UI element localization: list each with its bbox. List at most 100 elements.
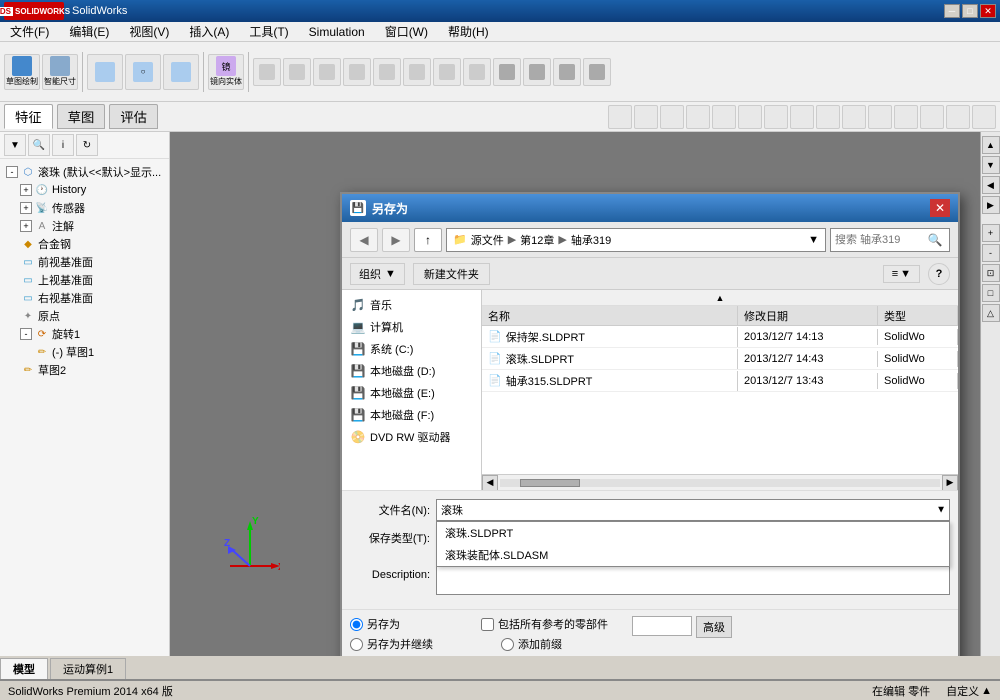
tree-expand-history[interactable]: + [20, 184, 32, 196]
right-btn6[interactable]: - [982, 244, 1000, 262]
filename-input[interactable] [436, 499, 950, 521]
view-btn11[interactable] [868, 105, 892, 129]
tab-model[interactable]: 模型 [0, 658, 48, 679]
menu-view[interactable]: 视图(V) [123, 22, 175, 41]
toolbar-extra6[interactable] [403, 58, 431, 86]
tree-expand-root[interactable]: - [6, 166, 18, 178]
menu-tools[interactable]: 工具(T) [243, 22, 294, 41]
menu-simulation[interactable]: Simulation [303, 24, 371, 40]
tree-top-plane[interactable]: ▭ 上视基准面 [4, 271, 165, 289]
sidebar-item-dvd[interactable]: 📀 DVD RW 驱动器 [342, 426, 481, 448]
tree-expand-sensor[interactable]: + [20, 202, 32, 214]
sidebar-item-music[interactable]: 🎵 音乐 [342, 294, 481, 316]
nav-forward-button[interactable]: ▶ [382, 228, 410, 252]
include-refs-checkbox[interactable] [481, 618, 494, 631]
toolbar-smart-btn[interactable]: 智能尺寸 [42, 54, 78, 90]
toolbar-extra4[interactable] [343, 58, 371, 86]
tree-sensor[interactable]: + 📡 传感器 [4, 199, 165, 217]
tree-sketch1[interactable]: ✏ (-) 草图1 [4, 343, 165, 361]
toolbar-extra11[interactable] [553, 58, 581, 86]
advanced-button[interactable]: 高级 [696, 616, 732, 638]
toolbar-extra10[interactable] [523, 58, 551, 86]
menu-window[interactable]: 窗口(W) [379, 22, 434, 41]
toolbar-sketch-btn[interactable]: 草图绘制 [4, 54, 40, 90]
tab-sketch[interactable]: 草图 [57, 104, 106, 129]
view-btn15[interactable] [972, 105, 996, 129]
horiz-scroll-left-btn[interactable]: ◀ [482, 475, 498, 491]
add-prefix-radio[interactable] [501, 638, 514, 651]
toolbar-extra12[interactable] [583, 58, 611, 86]
toolbar-line-btn[interactable] [87, 54, 123, 90]
menu-help[interactable]: 帮助(H) [442, 22, 495, 41]
panel-icon-search[interactable]: 🔍 [28, 134, 50, 156]
toolbar-extra3[interactable] [313, 58, 341, 86]
tree-expand-revolve[interactable]: - [20, 328, 32, 340]
filename-dropdown-arrow[interactable]: ▼ [936, 505, 946, 516]
tree-right-plane[interactable]: ▭ 右视基准面 [4, 289, 165, 307]
tree-front-plane[interactable]: ▭ 前视基准面 [4, 253, 165, 271]
right-btn8[interactable]: □ [982, 284, 1000, 302]
scroll-up-btn[interactable]: ▲ [482, 290, 958, 306]
sidebar-item-e-drive[interactable]: 💾 本地磁盘 (E:) [342, 382, 481, 404]
view-btn14[interactable] [946, 105, 970, 129]
new-folder-button[interactable]: 新建文件夹 [413, 263, 490, 285]
right-btn2[interactable]: ▼ [982, 156, 1000, 174]
view-btn5[interactable] [712, 105, 736, 129]
toolbar-circle-btn[interactable]: ○ [125, 54, 161, 90]
menu-file[interactable]: 文件(F) [4, 22, 55, 41]
organize-button[interactable]: 组织 ▼ [350, 263, 405, 285]
autocomplete-item-0[interactable]: 滚珠.SLDPRT [437, 522, 949, 544]
help-button[interactable]: ? [928, 263, 950, 285]
dialog-close-button[interactable]: ✕ [930, 199, 950, 217]
sidebar-item-d-drive[interactable]: 💾 本地磁盘 (D:) [342, 360, 481, 382]
panel-icon-info[interactable]: i [52, 134, 74, 156]
view-btn7[interactable] [764, 105, 788, 129]
tree-material[interactable]: ◆ 合金钢 [4, 235, 165, 253]
right-btn5[interactable]: + [982, 224, 1000, 242]
radio-save-continue-input[interactable] [350, 638, 363, 651]
file-row-2[interactable]: 📄 轴承315.SLDPRT 2013/12/7 13:43 SolidWo [482, 370, 958, 392]
view-btn9[interactable] [816, 105, 840, 129]
right-btn4[interactable]: ▶ [982, 196, 1000, 214]
horiz-scroll-right-btn[interactable]: ▶ [942, 475, 958, 491]
right-btn7[interactable]: ⊡ [982, 264, 1000, 282]
right-btn9[interactable]: △ [982, 304, 1000, 322]
toolbar-mirror-btn[interactable]: 镜 镜向实体 [208, 54, 244, 90]
search-input[interactable] [835, 234, 925, 246]
right-btn1[interactable]: ▲ [982, 136, 1000, 154]
view-btn6[interactable] [738, 105, 762, 129]
sidebar-item-computer[interactable]: 💻 计算机 [342, 316, 481, 338]
view-btn12[interactable] [894, 105, 918, 129]
tree-revolve1[interactable]: - ⟳ 旋转1 [4, 325, 165, 343]
tab-animation[interactable]: 运动算例1 [50, 658, 126, 679]
view-btn2[interactable] [634, 105, 658, 129]
sidebar-item-f-drive[interactable]: 💾 本地磁盘 (F:) [342, 404, 481, 426]
horiz-scroll-thumb[interactable] [520, 479, 580, 487]
menu-edit[interactable]: 编辑(E) [63, 22, 115, 41]
tree-root[interactable]: - ⬡ 滚珠 (默认<<默认>显示... [4, 163, 165, 181]
tree-sketch2[interactable]: ✏ 草图2 [4, 361, 165, 379]
view-btn3[interactable] [660, 105, 684, 129]
tab-evaluate[interactable]: 评估 [109, 104, 158, 129]
tree-annotation[interactable]: + A 注解 [4, 217, 165, 235]
panel-icon-arrow[interactable]: ↻ [76, 134, 98, 156]
radio-save-as-input[interactable] [350, 618, 363, 631]
file-row-0[interactable]: 📄 保持架.SLDPRT 2013/12/7 14:13 SolidWo [482, 326, 958, 348]
view-btn13[interactable] [920, 105, 944, 129]
close-button[interactable]: ✕ [980, 4, 996, 18]
file-row-1[interactable]: 📄 滚珠.SLDPRT 2013/12/7 14:43 SolidWo [482, 348, 958, 370]
toolbar-extra2[interactable] [283, 58, 311, 86]
toolbar-extra9[interactable] [493, 58, 521, 86]
tree-expand-annotation[interactable]: + [20, 220, 32, 232]
menu-insert[interactable]: 插入(A) [183, 22, 235, 41]
view-btn1[interactable] [608, 105, 632, 129]
right-btn3[interactable]: ◀ [982, 176, 1000, 194]
toolbar-extra1[interactable] [253, 58, 281, 86]
toolbar-extra8[interactable] [463, 58, 491, 86]
view-btn4[interactable] [686, 105, 710, 129]
tree-origin[interactable]: ✦ 原点 [4, 307, 165, 325]
sidebar-item-c-drive[interactable]: 💾 系统 (C:) [342, 338, 481, 360]
view-toggle-button[interactable]: ≡ ▼ [883, 265, 920, 283]
panel-icon-filter[interactable]: ▼ [4, 134, 26, 156]
search-icon[interactable]: 🔍 [925, 230, 945, 250]
